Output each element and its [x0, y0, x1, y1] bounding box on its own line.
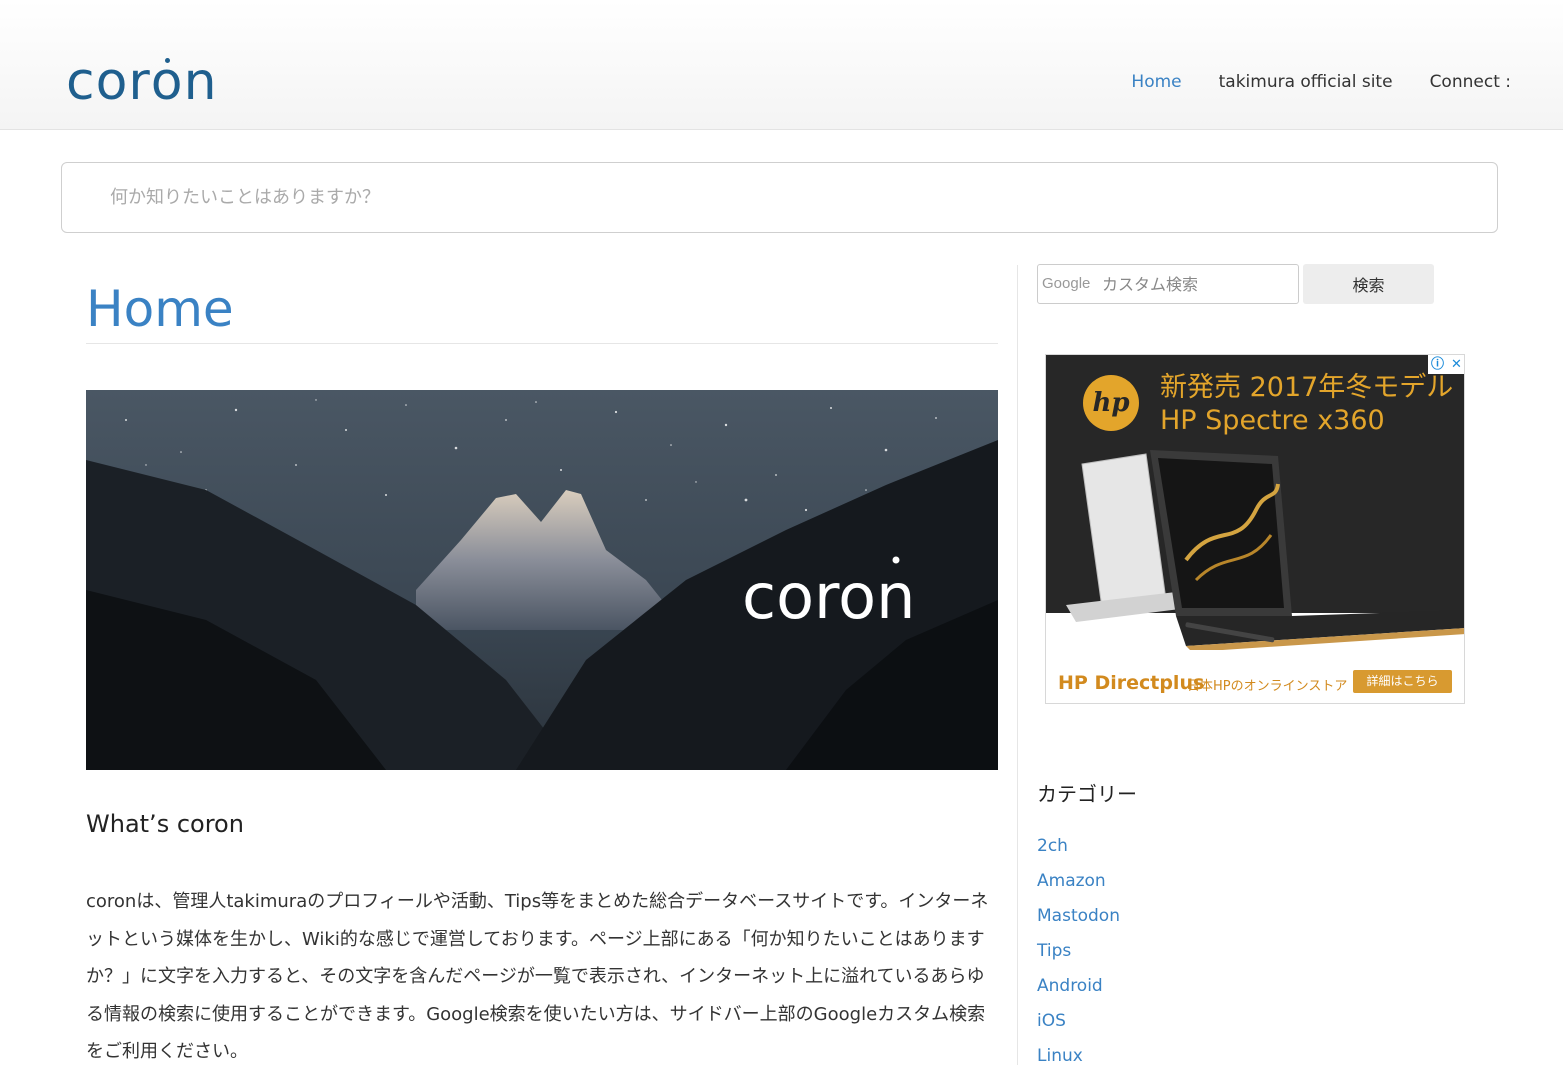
- category-link-2ch[interactable]: 2ch: [1037, 836, 1068, 856]
- hero-image: coron: [86, 390, 998, 770]
- intro-paragraph: coronは、管理人takimuraのプロフィールや活動、Tips等をまとめた総…: [86, 891, 989, 1062]
- site-search-input[interactable]: [61, 162, 1498, 233]
- category-list: 2ch Amazon Mastodon Tips Android iOS Lin…: [1037, 830, 1120, 1075]
- category-link-linux[interactable]: Linux: [1037, 1046, 1083, 1066]
- list-item: Mastodon: [1037, 900, 1120, 935]
- main-content: Home coron What’s coron coronは、管理人takimu…: [86, 265, 998, 1062]
- ad-footer: HP Directplus 日本HPのオンラインストア 詳細はこちら: [1046, 663, 1464, 703]
- list-item: iOS: [1037, 1005, 1120, 1040]
- google-search-input[interactable]: [1100, 265, 1295, 303]
- category-link-android[interactable]: Android: [1037, 976, 1103, 996]
- ad-close-icon[interactable]: ✕: [1447, 355, 1464, 374]
- google-search-button[interactable]: 検索: [1303, 264, 1434, 304]
- ad-info-icon[interactable]: ⓘ: [1428, 355, 1447, 374]
- ad-store: 日本HPのオンラインストア: [1187, 679, 1348, 694]
- ad-laptop-image: [1066, 450, 1464, 650]
- sidebar-divider: [1017, 265, 1018, 1065]
- advertisement[interactable]: hp 新発売 2017年冬モデル HP Spectre x360 ⓘ ✕ HP …: [1045, 354, 1465, 704]
- main-nav: Home takimura official site Connect :: [1131, 72, 1511, 92]
- site-header: coron Home takimura official site Connec…: [0, 0, 1563, 130]
- ad-hp-logo: hp: [1083, 375, 1139, 431]
- category-link-tips[interactable]: Tips: [1037, 941, 1071, 961]
- ad-details-button[interactable]: 詳細はこちら: [1353, 670, 1452, 693]
- section-heading: What’s coron: [86, 810, 244, 838]
- google-logo: Google: [1042, 275, 1091, 292]
- list-item: Tips: [1037, 935, 1120, 970]
- category-link-amazon[interactable]: Amazon: [1037, 871, 1106, 891]
- hero-logo-text: coron: [742, 560, 915, 633]
- nav-connect[interactable]: Connect :: [1430, 72, 1511, 92]
- list-item: Linux: [1037, 1040, 1120, 1075]
- list-item: 2ch: [1037, 830, 1120, 865]
- nav-takimura-official-site[interactable]: takimura official site: [1219, 72, 1393, 92]
- category-link-mastodon[interactable]: Mastodon: [1037, 906, 1120, 926]
- list-item: Amazon: [1037, 865, 1120, 900]
- google-custom-search: Google: [1037, 264, 1299, 304]
- category-link-ios[interactable]: iOS: [1037, 1011, 1066, 1031]
- ad-controls: ⓘ ✕: [1428, 355, 1464, 374]
- hero-mountain-illustration: coron: [86, 390, 998, 770]
- site-logo[interactable]: coron: [66, 52, 218, 112]
- ad-brand: HP Directplus: [1058, 672, 1205, 694]
- nav-home[interactable]: Home: [1131, 72, 1181, 92]
- ad-headline: 新発売 2017年冬モデル HP Spectre x360: [1160, 371, 1453, 437]
- ad-headline-line-1: 新発売 2017年冬モデル: [1160, 372, 1454, 403]
- hero-logo-dot: [892, 556, 900, 564]
- page-title: Home: [86, 265, 998, 344]
- categories-title: カテゴリー: [1037, 782, 1137, 806]
- list-item: Android: [1037, 970, 1120, 1005]
- ad-headline-line-2: HP Spectre x360: [1160, 405, 1385, 436]
